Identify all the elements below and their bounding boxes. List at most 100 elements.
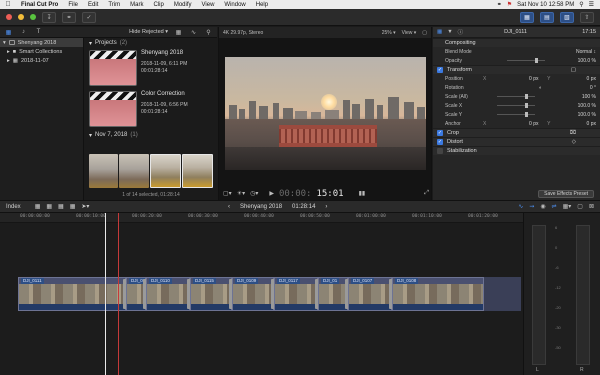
import-media-button[interactable]: ↧: [42, 11, 56, 23]
distort-checkbox[interactable]: ✓: [437, 139, 443, 145]
select-tool-icon[interactable]: ➤▾: [81, 203, 89, 210]
minimize-window-button[interactable]: [18, 14, 24, 20]
filmstrip-frame[interactable]: [119, 154, 149, 188]
audio-meter-icon[interactable]: ▮▮: [359, 190, 366, 197]
projects-section-header[interactable]: ▾ Projects (2): [85, 38, 217, 48]
overwrite-clip-icon[interactable]: ▦: [70, 203, 76, 210]
project-item[interactable]: Shenyang 2018 2018-11-09, 6:11 PM 00:01:…: [85, 48, 217, 89]
audio-skimming-icon[interactable]: ∿: [518, 203, 523, 210]
insert-clip-icon[interactable]: ▦: [46, 203, 52, 210]
video-inspector-icon[interactable]: ▦: [437, 29, 442, 35]
opacity-value[interactable]: 100.0 %: [562, 58, 596, 64]
timeline-clip[interactable]: DJI_0107: [348, 277, 392, 311]
menu-view[interactable]: View: [197, 2, 220, 8]
stabilization-checkbox[interactable]: [437, 148, 443, 154]
libraries-icon[interactable]: ▦: [4, 28, 13, 36]
toggle-inspector-button[interactable]: ▧: [560, 11, 574, 23]
rotation-value[interactable]: 0 °: [562, 85, 596, 91]
clip-appearance-icon[interactable]: ▦▾: [563, 203, 572, 210]
filmstrip-frame[interactable]: [149, 154, 181, 188]
disclosure-open-icon[interactable]: ▾: [89, 40, 92, 47]
timeline-clip[interactable]: DJI_0110: [146, 277, 190, 311]
timeline-clip[interactable]: DJI_0115: [190, 277, 232, 311]
project-thumbnail[interactable]: [89, 91, 137, 127]
timeline-clip[interactable]: DJI_0109: [232, 277, 274, 311]
crop-section[interactable]: ✓ Crop ⌧: [433, 128, 600, 137]
timeline-clip[interactable]: DJI_0111: [18, 277, 126, 311]
anchor-x-value[interactable]: 0 px: [505, 121, 538, 127]
fullscreen-toggle-icon[interactable]: ▢: [422, 30, 427, 36]
rotation-dial-icon[interactable]: ◐: [539, 85, 542, 91]
scale-all-slider[interactable]: [497, 94, 535, 99]
skimming-icon[interactable]: ⇝: [529, 203, 534, 210]
info-inspector-icon[interactable]: ⓘ: [458, 28, 464, 36]
scale-y-value[interactable]: 100.0 %: [562, 112, 596, 118]
disclosure-closed-icon[interactable]: ▸: [7, 58, 10, 64]
timeline-index-button[interactable]: Index: [6, 204, 21, 210]
view-dropdown[interactable]: View ▾: [402, 30, 417, 36]
disclosure-open-icon[interactable]: ▾: [89, 132, 92, 139]
timecode-display[interactable]: 15:01: [316, 189, 343, 199]
distort-overlay-icon[interactable]: ◇: [572, 139, 596, 145]
disclosure-closed-icon[interactable]: ▸: [7, 49, 10, 55]
zoom-window-button[interactable]: [30, 14, 36, 20]
apple-menu-icon[interactable]: : [0, 1, 16, 8]
menu-mark[interactable]: Mark: [125, 2, 148, 8]
wifi-icon[interactable]: ⚭: [497, 1, 502, 8]
save-effects-preset-button[interactable]: Save Effects Preset: [538, 190, 594, 198]
crop-checkbox[interactable]: ✓: [437, 130, 443, 136]
menubar-clock[interactable]: Sat Nov 10 12:58 PM: [517, 2, 574, 8]
crop-overlay-icon[interactable]: ⌧: [570, 130, 596, 136]
play-button[interactable]: ▶: [269, 190, 274, 197]
solo-icon[interactable]: ◉: [540, 203, 545, 210]
timeline-clip[interactable]: DJI_01: [318, 277, 348, 311]
scale-all-value[interactable]: 100 %: [562, 94, 596, 100]
transitions-browser-icon[interactable]: ⊠: [589, 203, 594, 210]
position-y-value[interactable]: 0 px: [562, 76, 596, 82]
event-section-header[interactable]: ▾ Nov 7, 2018 (1): [85, 130, 217, 140]
effects-browser-icon[interactable]: ▢: [577, 203, 583, 210]
color-inspector-icon[interactable]: ▼: [447, 29, 452, 35]
background-tasks-button[interactable]: ✓: [82, 11, 96, 23]
menu-edit[interactable]: Edit: [83, 2, 103, 8]
menu-file[interactable]: File: [63, 2, 83, 8]
fullscreen-icon[interactable]: ⤢: [424, 190, 429, 197]
timeline-clip[interactable]: DJI_0117: [274, 277, 318, 311]
photos-audio-icon[interactable]: ♪: [19, 28, 28, 36]
menu-app-name[interactable]: Final Cut Pro: [16, 2, 63, 8]
transform-checkbox[interactable]: ✓: [437, 67, 443, 73]
titles-generators-icon[interactable]: T: [34, 28, 43, 36]
snapping-icon[interactable]: ⇌: [552, 203, 557, 210]
waveform-icon[interactable]: ∿: [189, 28, 198, 36]
timeline[interactable]: 00:00:00:00 00:00:10:00 00:00:20:00 00:00:3…: [0, 213, 523, 375]
connect-clip-icon[interactable]: ▦: [35, 203, 41, 210]
project-item[interactable]: Color Correction 2018-11-09, 6:56 PM 00:…: [85, 89, 217, 130]
transform-section[interactable]: ✓ Transform ▢: [433, 65, 600, 74]
speed-tool-icon[interactable]: ◷▾: [250, 190, 258, 197]
timeline-forward-icon[interactable]: ›: [325, 204, 327, 210]
library-item-smart-collections[interactable]: ▸ ■ Smart Collections: [0, 47, 83, 56]
stabilization-section[interactable]: Stabilization: [433, 146, 600, 155]
search-icon[interactable]: ⚲: [204, 28, 213, 36]
project-thumbnail[interactable]: [89, 50, 137, 86]
playhead[interactable]: [105, 213, 106, 375]
flag-icon[interactable]: ⚑: [507, 1, 512, 8]
scale-x-value[interactable]: 100.0 %: [562, 103, 596, 109]
filmstrip-frame[interactable]: [181, 154, 213, 188]
timeline-ruler[interactable]: 00:00:00:00 00:00:10:00 00:00:20:00 00:00:3…: [0, 213, 523, 223]
menu-clip[interactable]: Clip: [148, 2, 168, 8]
zoom-dropdown[interactable]: 25% ▾: [382, 30, 396, 36]
timeline-back-icon[interactable]: ‹: [228, 204, 230, 210]
toggle-browser-button[interactable]: ▦: [520, 11, 534, 23]
menu-trim[interactable]: Trim: [103, 2, 125, 8]
menu-help[interactable]: Help: [251, 2, 273, 8]
toggle-timeline-button[interactable]: ▤: [540, 11, 554, 23]
event-clip-filmstrip[interactable]: [89, 154, 213, 188]
anchor-y-value[interactable]: 0 px: [562, 121, 596, 127]
append-clip-icon[interactable]: ▦: [58, 203, 64, 210]
distort-section[interactable]: ✓ Distort ◇: [433, 137, 600, 146]
library-item-shenyang[interactable]: ▾ Shenyang 2018: [0, 38, 83, 47]
position-x-value[interactable]: 0 px: [505, 76, 538, 82]
menu-modify[interactable]: Modify: [169, 2, 197, 8]
blend-mode-select[interactable]: Normal ↕: [536, 49, 596, 55]
